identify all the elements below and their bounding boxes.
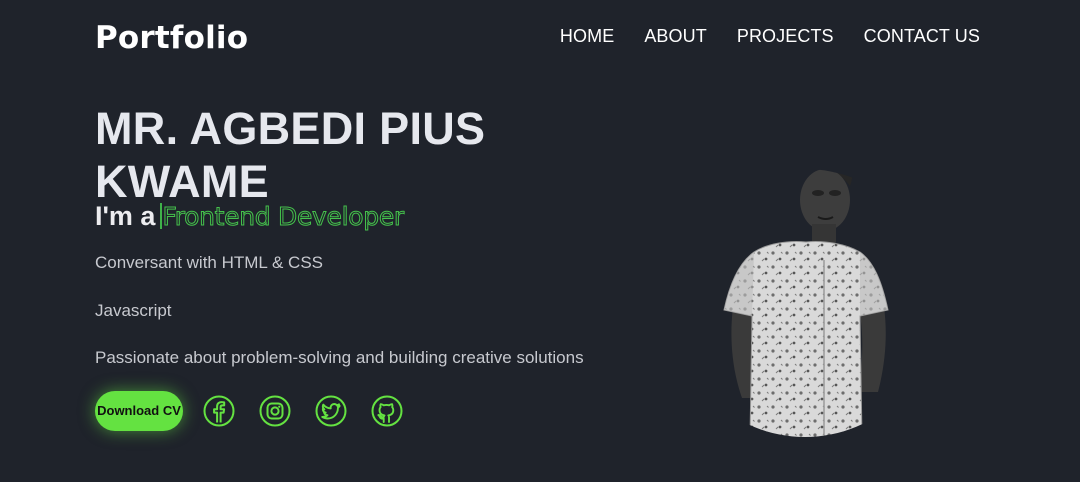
facebook-glyph xyxy=(203,395,235,427)
twitter-glyph xyxy=(315,395,347,427)
nav-link-home[interactable]: HOME xyxy=(560,25,614,47)
github-icon[interactable] xyxy=(371,395,403,427)
twitter-icon[interactable] xyxy=(315,395,347,427)
main-navigation: HOME ABOUT PROJECTS CONTACT US xyxy=(560,25,980,47)
nav-link-about[interactable]: ABOUT xyxy=(644,25,707,47)
nav-link-projects[interactable]: PROJECTS xyxy=(737,25,834,47)
nav-item-projects: PROJECTS xyxy=(737,25,834,47)
instagram-icon[interactable] xyxy=(259,395,291,427)
intro-line: I'm a Frontend Developer xyxy=(95,200,405,233)
social-links xyxy=(203,395,403,427)
nav-item-home: HOME xyxy=(560,25,614,47)
brand-logo[interactable]: Portfolio xyxy=(95,19,248,57)
github-glyph xyxy=(371,395,403,427)
intro-prefix: I'm a xyxy=(95,201,156,231)
skill-problem-solving: Passionate about problem-solving and bui… xyxy=(95,348,584,367)
typed-role-text: Frontend Developer xyxy=(162,202,405,232)
download-cv-button[interactable]: Download CV xyxy=(95,391,183,431)
skill-html-css: Conversant with HTML & CSS xyxy=(95,253,323,272)
nav-item-about: ABOUT xyxy=(644,25,707,47)
facebook-icon[interactable] xyxy=(203,395,235,427)
nav-link-contact-us[interactable]: CONTACT US xyxy=(864,25,980,47)
nav-item-contact: CONTACT US xyxy=(864,25,980,47)
profile-photo xyxy=(723,169,889,437)
skill-javascript: Javascript xyxy=(95,301,172,320)
instagram-glyph xyxy=(259,395,291,427)
hero-name: MR. AGBEDI PIUS KWAME xyxy=(95,103,486,207)
